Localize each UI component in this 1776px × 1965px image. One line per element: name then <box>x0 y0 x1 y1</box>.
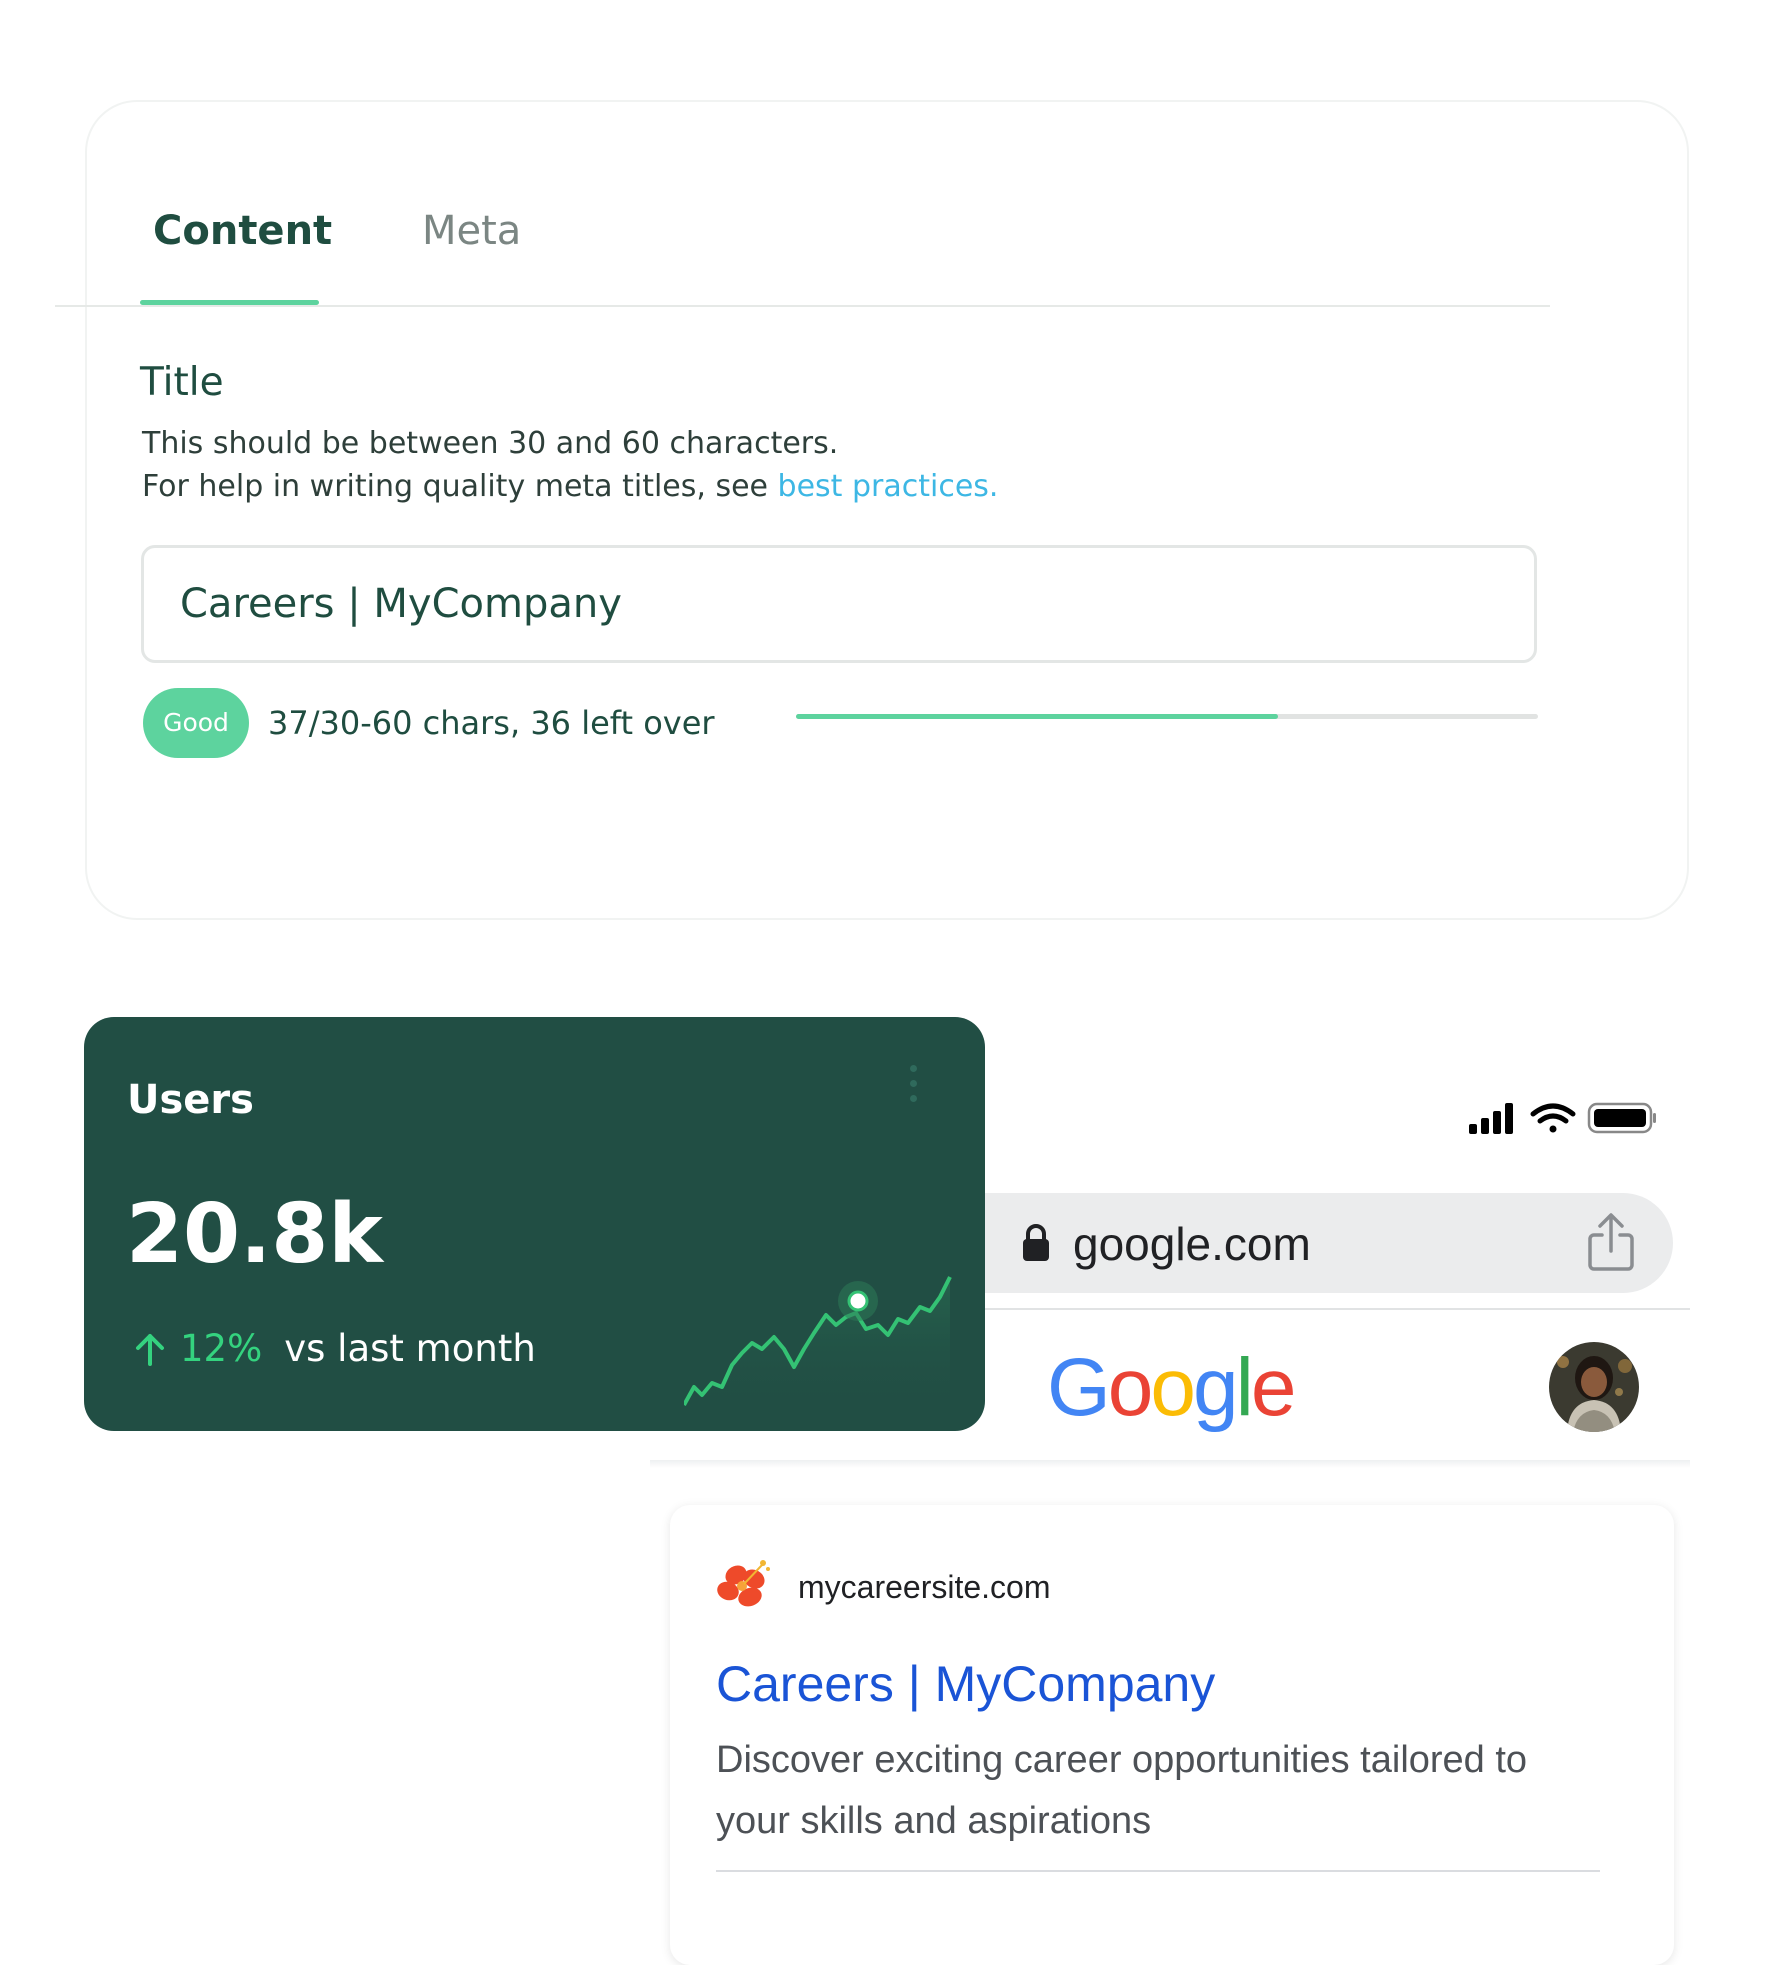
length-progress-fill <box>796 714 1279 719</box>
tab-bar <box>55 100 1550 307</box>
result-divider <box>716 1870 1600 1872</box>
kebab-menu-icon[interactable] <box>908 1065 920 1109</box>
google-logo-letter: g <box>1193 1342 1239 1433</box>
tab-content[interactable]: Content <box>153 208 332 254</box>
lock-icon <box>1023 1224 1049 1261</box>
help-line-2-text: For help in writing quality meta titles,… <box>142 469 778 504</box>
google-logo-letter: o <box>1150 1342 1196 1433</box>
help-line-2: For help in writing quality meta titles,… <box>142 465 998 508</box>
sparkline-highlight-point <box>847 1290 869 1312</box>
google-logo-letter: o <box>1107 1342 1154 1433</box>
google-logo-letter: e <box>1250 1342 1297 1433</box>
wifi-icon <box>1530 1103 1576 1133</box>
trend-percent: 12% <box>180 1327 263 1370</box>
arrow-up-icon <box>130 1329 170 1369</box>
status-bar <box>1467 1100 1657 1136</box>
profile-photo <box>1549 1342 1639 1432</box>
users-metric-card: Users 20.8k 12% vs last month <box>84 1017 985 1431</box>
title-input[interactable] <box>141 545 1537 663</box>
google-logo-letter: G <box>1047 1342 1111 1433</box>
length-progress-bar <box>796 714 1538 719</box>
google-logo-letter: l <box>1235 1342 1254 1433</box>
quality-badge: Good <box>143 688 249 758</box>
best-practices-link[interactable]: best practices. <box>778 469 999 504</box>
result-domain[interactable]: mycareersite.com <box>798 1569 1051 1606</box>
browser-divider <box>985 1308 1690 1310</box>
signal-icon <box>1469 1103 1513 1134</box>
trend-comparison: vs last month <box>284 1327 536 1370</box>
char-count-text: 37/30-60 chars, 36 left over <box>268 704 715 742</box>
address-bar[interactable]: google.com <box>985 1193 1673 1293</box>
search-result-card: mycareersite.com Careers | MyCompany Dis… <box>670 1505 1674 1965</box>
active-tab-indicator <box>140 300 319 305</box>
help-line-1: This should be between 30 and 60 charact… <box>142 426 839 461</box>
metric-label: Users <box>127 1077 254 1123</box>
hibiscus-flower-icon <box>717 1560 770 1607</box>
metric-value: 20.8k <box>126 1187 383 1282</box>
battery-icon <box>1587 1102 1656 1134</box>
tab-meta[interactable]: Meta <box>422 208 521 254</box>
result-description: Discover exciting career opportunities t… <box>716 1739 1528 1842</box>
header-shadow <box>650 1460 1690 1468</box>
url-text: google.com <box>1073 1218 1311 1270</box>
avatar[interactable] <box>1549 1342 1639 1432</box>
result-title-link[interactable]: Careers | MyCompany <box>716 1655 1215 1713</box>
google-logo: Google <box>1047 1341 1297 1435</box>
sparkline-area <box>684 1277 950 1417</box>
share-icon[interactable] <box>1585 1211 1637 1273</box>
metric-trend: 12% vs last month <box>130 1327 536 1370</box>
field-help-text: This should be between 30 and 60 charact… <box>142 422 998 508</box>
field-title-label: Title <box>140 360 224 405</box>
